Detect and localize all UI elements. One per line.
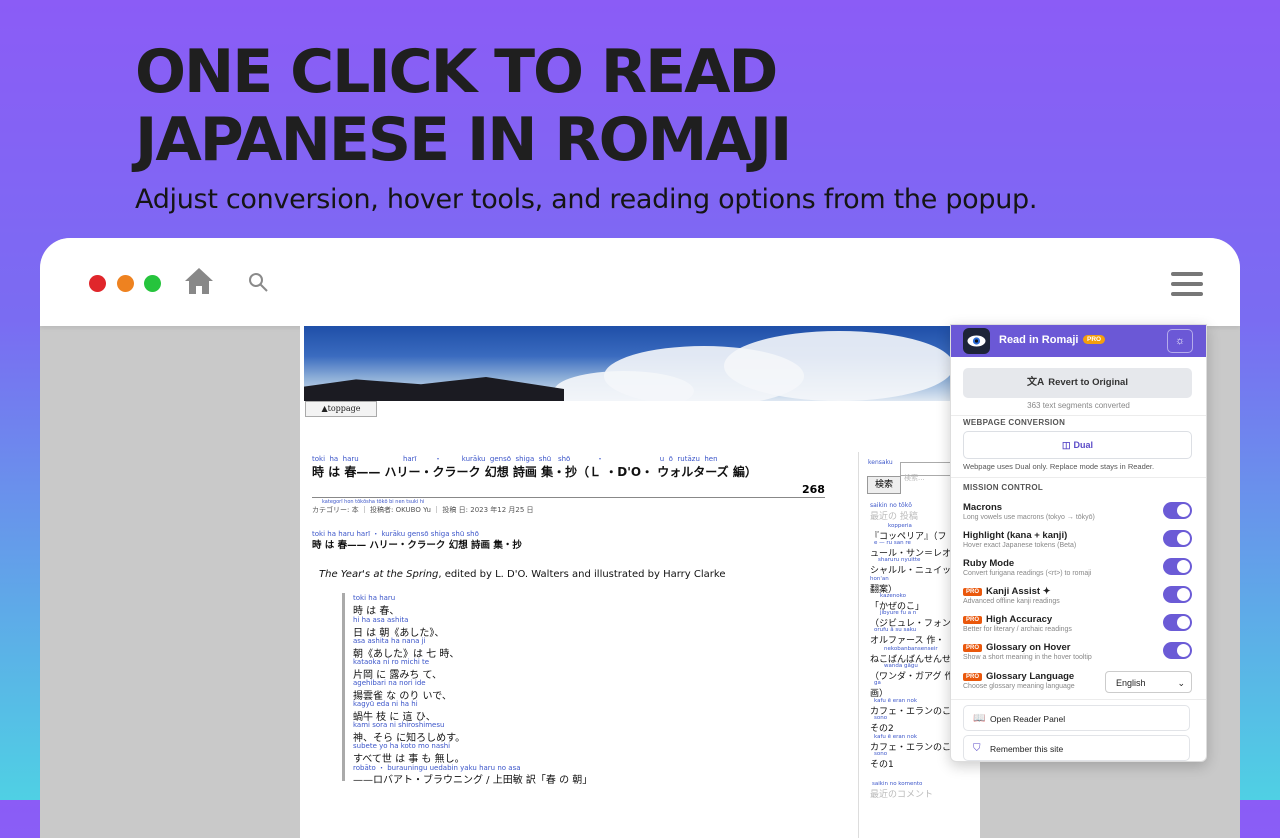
poem-ruby: agehibari na nori ide xyxy=(353,679,426,687)
option-title-kanji-assist: PRO Kanji Assist ✦ xyxy=(963,586,1051,597)
pro-badge: PRO xyxy=(1083,335,1106,344)
post-subtitle: 時 は 春—— ハリー・クラーク 幻想 詩画 集・抄 xyxy=(312,540,522,551)
toppage-button[interactable]: ▲toppage xyxy=(305,401,377,417)
ruby-mode-toggle[interactable] xyxy=(1163,558,1192,575)
title-divider xyxy=(312,497,825,498)
sidebar-divider xyxy=(858,452,859,838)
minimize-window-button[interactable] xyxy=(117,275,134,292)
browser-toolbar xyxy=(40,238,1240,326)
sidebar-post-link[interactable]: その1 xyxy=(870,757,894,770)
pro-tag: PRO xyxy=(963,673,983,681)
app-name: Read in Romaji xyxy=(999,334,1079,346)
mission-control-label: MISSION CONTROL xyxy=(963,483,1044,492)
chevron-down-icon: ⌄ xyxy=(1177,678,1185,688)
glossary-hover-toggle[interactable] xyxy=(1163,642,1192,659)
highlight-toggle[interactable] xyxy=(1163,530,1192,547)
sidebar-post-link[interactable]: （ワンダ・ガアグ 作 xyxy=(870,669,953,682)
sun-settings-icon: ☼ xyxy=(1174,335,1186,347)
post-title[interactable]: 時 は 春—— ハリー・クラーク 幻想 詩画 集・抄（Ｌ ・D'O・ ウォルター… xyxy=(312,463,757,480)
option-desc: Hover exact Japanese tokens (Beta) xyxy=(963,542,1077,549)
pro-tag: PRO xyxy=(963,644,983,652)
poem-ruby: kagyū eda ni ha hi xyxy=(353,700,418,708)
option-desc: Convert furigana readings (<rt>) to roma… xyxy=(963,570,1092,577)
eye-logo-icon xyxy=(963,328,990,354)
option-desc: Choose glossary meaning language xyxy=(963,683,1075,690)
sidebar-post-link[interactable]: オルファース 作・ xyxy=(870,633,944,646)
english-citation: The Year's at the Spring, edited by L. D… xyxy=(319,569,726,580)
shield-icon: ⛉ xyxy=(973,743,981,754)
option-desc: Long vowels use macrons (tokyo → tōkyō) xyxy=(963,514,1095,521)
close-window-button[interactable] xyxy=(89,275,106,292)
section-divider xyxy=(951,415,1206,416)
option-title-ruby-mode: Ruby Mode xyxy=(963,558,1015,569)
hero-title: ONE CLICK TO READ JAPANESE IN ROMAJI xyxy=(135,37,792,175)
recent-posts-ruby: saikin no tōkō xyxy=(870,502,912,509)
webpage-conversion-label: WEBPAGE CONVERSION xyxy=(963,418,1066,427)
columns-icon: ◫ xyxy=(1061,440,1071,450)
poem-ruby: hi ha asa ashita xyxy=(353,616,409,624)
section-divider xyxy=(951,699,1206,700)
pro-tag: PRO xyxy=(963,588,983,596)
popup-header: Read in Romaji PRO ☼ xyxy=(951,325,1206,357)
home-icon[interactable] xyxy=(184,266,214,300)
book-icon: 📖 xyxy=(973,713,986,724)
poem-line: 時 は 春、 xyxy=(353,606,400,617)
segments-converted-count: 363 text segments converted xyxy=(1027,401,1130,410)
extension-popup: Read in Romaji PRO ☼ 文A Revert to Origina… xyxy=(950,324,1207,762)
hamburger-menu-icon[interactable] xyxy=(1171,272,1203,302)
section-divider xyxy=(951,477,1206,478)
option-title-highlight: Highlight (kana + kanji) xyxy=(963,530,1068,541)
translate-icon: 文A xyxy=(1027,377,1045,388)
search-label: kensaku xyxy=(868,459,893,466)
poem-ruby: subete yo ha koto mo nashi xyxy=(353,742,451,750)
pro-tag: PRO xyxy=(963,616,983,624)
recent-posts-heading: 最近の 投稿 xyxy=(870,512,918,522)
high-accuracy-toggle[interactable] xyxy=(1163,614,1192,631)
hero-title-line2: JAPANESE IN ROMAJI xyxy=(135,105,792,175)
maximize-window-button[interactable] xyxy=(144,275,161,292)
option-title-high-accuracy: PRO High Accuracy xyxy=(963,614,1052,625)
macrons-toggle[interactable] xyxy=(1163,502,1192,519)
poem-ruby: kami sora ni shiroshimesu xyxy=(353,721,445,729)
open-reader-panel-button[interactable]: 📖 Open Reader Panel xyxy=(963,705,1190,731)
option-title-macrons: Macrons xyxy=(963,502,1003,513)
post-meta: カテゴリー: 本 ｜ 投稿者: OKUBO Yu ｜ 投稿 日: 2023 年1… xyxy=(312,506,534,514)
sidebar-search-button[interactable]: 検索 xyxy=(867,476,901,494)
search-icon[interactable] xyxy=(248,272,270,298)
settings-button[interactable]: ☼ xyxy=(1167,329,1193,353)
hero-subtitle: Adjust conversion, hover tools, and read… xyxy=(135,184,1038,215)
poem-ruby: toki ha haru xyxy=(353,594,396,602)
option-desc: Better for literary / archaic readings xyxy=(963,626,1072,633)
dual-mode-note: Webpage uses Dual only. Replace mode sta… xyxy=(963,462,1155,471)
option-desc: Advanced offline kanji readings xyxy=(963,598,1060,605)
recent-comments-heading: 最近のコメント xyxy=(870,790,934,800)
kanji-assist-toggle[interactable] xyxy=(1163,586,1192,603)
option-title-glossary-hover: PRO Glossary on Hover xyxy=(963,642,1071,653)
option-desc: Show a short meaning in the hover toolti… xyxy=(963,654,1092,661)
header-banner-image xyxy=(304,326,950,401)
dual-mode-button[interactable]: ◫ Dual xyxy=(963,431,1192,459)
revert-to-original-button[interactable]: 文A Revert to Original xyxy=(963,368,1192,398)
sidebar-post-link[interactable]: その2 xyxy=(870,721,894,734)
poem-quote-bar xyxy=(342,593,345,781)
poem-ruby: kataoka ni ro michi te xyxy=(353,658,430,666)
poem-line: ——ロバアト・ブラウニング / 上田敏 訳「春 の 朝」 xyxy=(353,775,593,786)
remember-site-button[interactable]: ⛉ Remember this site xyxy=(963,735,1190,761)
sidebar-post-link[interactable]: シャルル・ニュイッ xyxy=(870,563,951,576)
glossary-language-select[interactable]: English ⌄ xyxy=(1105,671,1192,693)
hero-title-line1: ONE CLICK TO READ xyxy=(135,37,778,107)
webpage-content: ▲toppage toki ha haru harī ・ kurāku gensō… xyxy=(300,326,980,838)
post-number: 268 xyxy=(802,483,825,496)
poem-ruby: asa ashita ha nana ji xyxy=(353,637,426,645)
option-title-glossary-language: PRO Glossary Language xyxy=(963,671,1074,682)
